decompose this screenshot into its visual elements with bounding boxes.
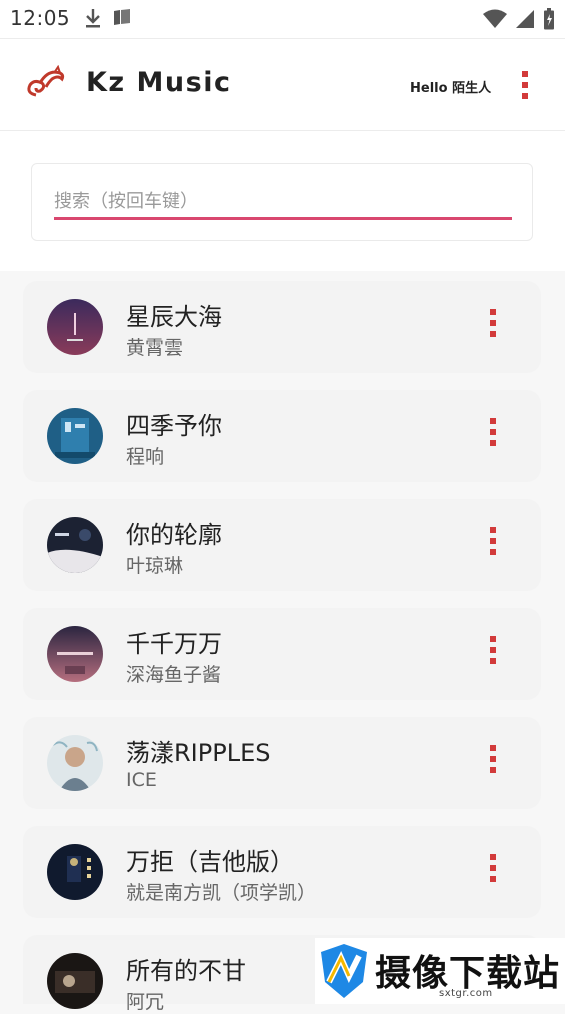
album-cover (47, 735, 103, 791)
search-card (31, 163, 533, 241)
album-cover (47, 953, 103, 1009)
song-title: 荡漾RIPPLES (126, 739, 271, 767)
search-section (0, 131, 565, 271)
song-title: 万拒（吉他版） (126, 848, 294, 876)
song-item[interactable]: 四季予你 程响 (23, 390, 541, 482)
album-cover (47, 626, 103, 682)
wifi-icon (483, 9, 507, 33)
album-cover (47, 408, 103, 464)
album-cover (47, 844, 103, 900)
album-cover (47, 517, 103, 573)
song-title: 星辰大海 (126, 303, 222, 331)
app-bar: Kz Music Hello 陌生人 (0, 38, 565, 131)
song-more-icon[interactable] (485, 636, 501, 672)
song-artist: 黄霄雲 (126, 337, 184, 359)
signal-icon (515, 9, 535, 33)
song-item[interactable]: 星辰大海 黄霄雲 (23, 281, 541, 373)
watermark: 摄像下载站 sxtgr.com (315, 938, 565, 1004)
more-vert-icon[interactable] (512, 67, 538, 103)
song-more-icon[interactable] (485, 527, 501, 563)
song-title: 所有的不甘 (126, 957, 246, 985)
song-artist: ICE (126, 769, 157, 791)
song-artist: 就是南方凯（项学凯） (126, 882, 317, 904)
song-more-icon[interactable] (485, 309, 501, 345)
status-time: 12:05 (10, 6, 71, 30)
book-icon (112, 7, 132, 33)
watermark-url: sxtgr.com (439, 988, 493, 999)
song-item[interactable]: 千千万万 深海鱼子酱 (23, 608, 541, 700)
song-more-icon[interactable] (485, 418, 501, 454)
battery-icon (543, 8, 555, 34)
album-cover (47, 299, 103, 355)
song-artist: 叶琼琳 (126, 555, 184, 577)
song-more-icon[interactable] (485, 854, 501, 890)
song-artist: 深海鱼子酱 (126, 664, 222, 686)
app-title: Kz Music (86, 67, 232, 98)
song-artist: 阿冗 (126, 991, 165, 1013)
song-more-icon[interactable] (485, 745, 501, 781)
watermark-logo-icon (319, 942, 369, 1004)
download-icon (84, 7, 102, 33)
greeting-text: Hello 陌生人 (410, 81, 492, 96)
status-bar: 12:05 (0, 0, 565, 38)
song-artist: 程响 (126, 446, 165, 468)
search-input[interactable] (54, 186, 512, 220)
song-title: 你的轮廓 (126, 521, 222, 549)
song-title: 千千万万 (126, 630, 222, 658)
song-item[interactable]: 你的轮廓 叶琼琳 (23, 499, 541, 591)
song-item[interactable]: 万拒（吉他版） 就是南方凯（项学凯） (23, 826, 541, 918)
song-title: 四季予你 (126, 412, 222, 440)
kz-music-logo-icon (24, 64, 68, 105)
song-item[interactable]: 荡漾RIPPLES ICE (23, 717, 541, 809)
